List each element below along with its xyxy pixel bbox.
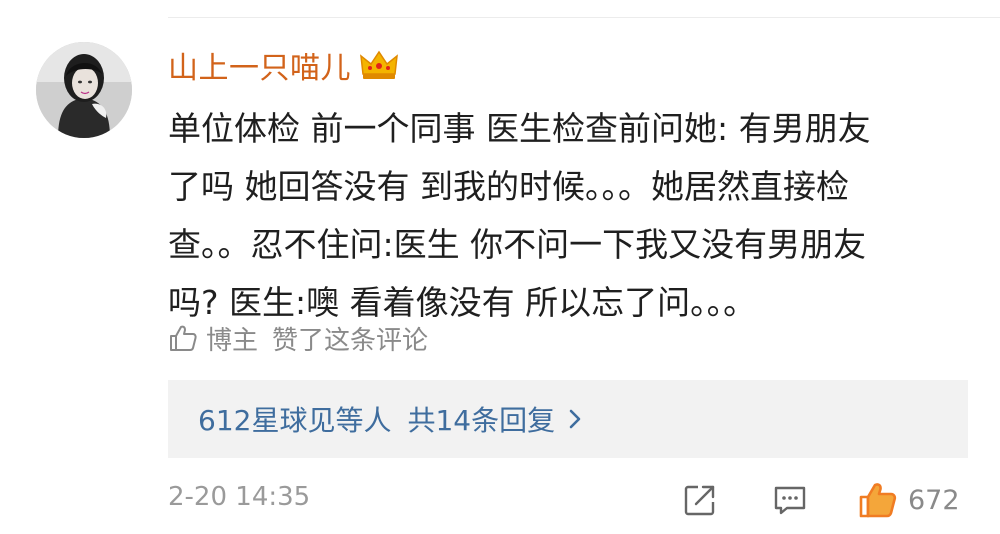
thumbs-up-icon [858, 480, 898, 520]
thumbs-up-outline-icon [168, 323, 198, 353]
author-liked-row: 博主 赞了这条评论 [168, 318, 428, 358]
reply-count: 共14条回复 [407, 404, 556, 437]
share-icon[interactable] [682, 482, 718, 518]
timestamp: 2-20 14:35 [168, 482, 311, 512]
avatar-image [36, 42, 132, 138]
author-liked-text: 赞了这条评论 [272, 325, 429, 356]
author-tag: 博主 [206, 325, 259, 356]
like-count: 672 [908, 484, 960, 516]
chevron-right-icon [565, 407, 585, 431]
username-row: 山上一只喵儿 [168, 42, 399, 88]
comment-line: 单位体检 前一个同事 医生检查前问她: 有男朋友 [168, 109, 871, 148]
comment-line: 查。。忍不住问:医生 你不问一下我又没有男朋友 [168, 225, 867, 264]
crown-icon [359, 48, 399, 82]
comment-footer: 2-20 14:35 672 [168, 478, 968, 522]
replier-names: 612星球见等人 [198, 404, 392, 437]
comment-text: 单位体检 前一个同事 医生检查前问她: 有男朋友 了吗 她回答没有 到我的时候。… [168, 100, 968, 332]
top-divider [168, 0, 1000, 18]
avatar[interactable] [36, 42, 132, 138]
comment-line: 了吗 她回答没有 到我的时候。。。她居然直接检 [168, 167, 849, 206]
comment-icon[interactable] [772, 482, 808, 518]
like-button[interactable]: 672 [858, 478, 960, 522]
replies-link[interactable]: 612星球见等人 共14条回复 [168, 380, 968, 458]
username[interactable]: 山上一只喵儿 [168, 43, 351, 87]
